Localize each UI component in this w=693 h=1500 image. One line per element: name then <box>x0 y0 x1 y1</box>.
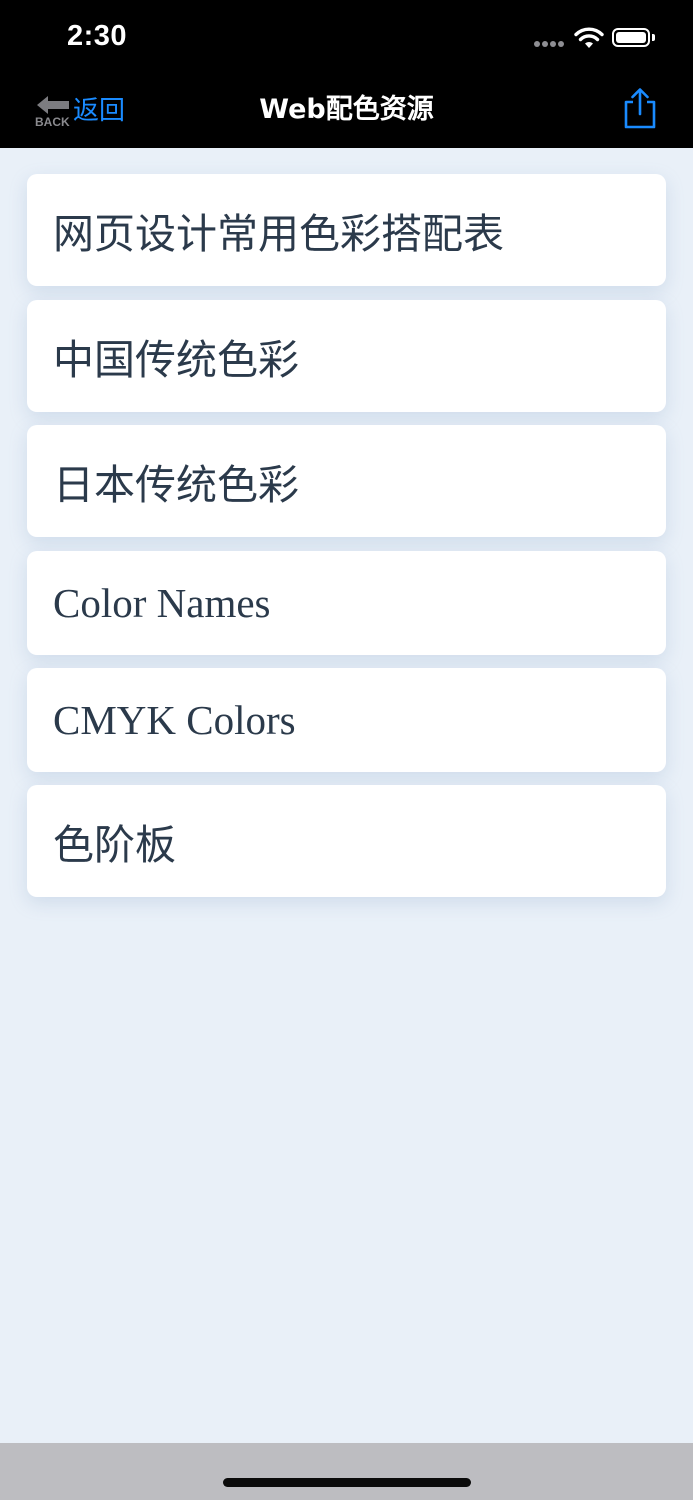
list-item-label: 日本传统色彩 <box>53 461 299 509</box>
wifi-icon <box>574 27 604 48</box>
list-item-label: 色阶板 <box>53 821 176 869</box>
list-item-web-color-table[interactable]: 网页设计常用色彩搭配表 <box>27 174 666 286</box>
list-item-label: Color Names <box>53 580 271 626</box>
cellular-signal-icon <box>534 41 566 49</box>
status-bar: 2:30 <box>0 0 693 78</box>
navigation-bar: BACK 返回 Web配色资源 <box>0 78 693 148</box>
list-item-label: 中国传统色彩 <box>53 336 299 384</box>
battery-icon <box>612 28 650 47</box>
list-item-cmyk-colors[interactable]: CMYK Colors <box>27 668 666 772</box>
status-time: 2:30 <box>67 20 128 52</box>
list-item-chinese-colors[interactable]: 中国传统色彩 <box>27 300 666 412</box>
list-item-color-scale[interactable]: 色阶板 <box>27 785 666 897</box>
share-icon <box>624 88 656 129</box>
share-button[interactable] <box>622 87 658 129</box>
list-item-label: 网页设计常用色彩搭配表 <box>53 210 504 258</box>
battery-cap <box>652 34 655 41</box>
list-item-japanese-colors[interactable]: 日本传统色彩 <box>27 425 666 537</box>
list-item-color-names[interactable]: Color Names <box>27 551 666 655</box>
home-indicator[interactable] <box>223 1478 471 1487</box>
page-title: Web配色资源 <box>259 94 434 125</box>
home-indicator-area <box>0 1443 693 1500</box>
list-item-label: CMYK Colors <box>53 697 296 743</box>
